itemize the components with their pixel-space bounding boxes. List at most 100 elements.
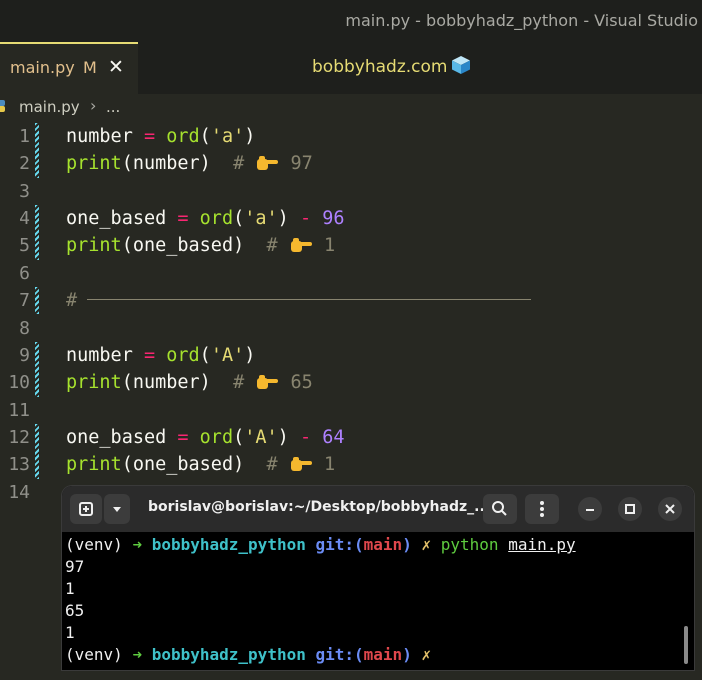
- close-icon: [665, 504, 675, 514]
- minimize-button[interactable]: [578, 497, 602, 521]
- code-line: number = ord('A'): [66, 342, 255, 369]
- token: number: [66, 345, 133, 366]
- tab-main-py[interactable]: main.py M ✕: [0, 42, 138, 94]
- line-number: 1: [19, 126, 30, 147]
- comment-hash: #: [266, 454, 278, 475]
- breadcrumb-file[interactable]: main.py: [19, 98, 80, 116]
- token: ): [233, 235, 245, 256]
- token: ): [277, 208, 289, 229]
- token: print: [66, 153, 122, 174]
- menu-button[interactable]: [525, 494, 559, 524]
- token: ord: [166, 126, 200, 147]
- prompt-dir: bobbyhadz_python: [151, 535, 306, 554]
- token: number: [132, 153, 200, 174]
- line-number: 10: [8, 372, 30, 393]
- token: 'A': [244, 427, 278, 448]
- token: =: [177, 208, 189, 229]
- tab-menu-button[interactable]: [104, 494, 130, 524]
- token: =: [177, 427, 189, 448]
- line-number: 2: [19, 153, 30, 174]
- python-file-icon: [0, 100, 5, 112]
- search-button[interactable]: [483, 494, 517, 524]
- token: one_based: [132, 235, 234, 256]
- token: ): [244, 345, 256, 366]
- token: -: [299, 208, 312, 229]
- comment-hash: #: [233, 153, 245, 174]
- title-bar: main.py - bobbyhadz_python - Visual Stud…: [0, 0, 702, 42]
- git-close: ): [402, 645, 412, 664]
- comment-rule: [87, 299, 532, 300]
- window-title: main.py - bobbyhadz_python - Visual Stud…: [345, 11, 698, 30]
- banner-text: bobbyhadz.com: [312, 57, 448, 77]
- line-number: 13: [8, 454, 30, 475]
- maximize-button[interactable]: [618, 497, 642, 521]
- comment-value: 1: [323, 454, 336, 475]
- code-line: print(number) # 65: [66, 369, 313, 396]
- prompt-dir: bobbyhadz_python: [151, 645, 306, 664]
- git-branch: main: [363, 645, 403, 664]
- code-line: number = ord('a'): [66, 123, 255, 150]
- pointing-hand-icon: [290, 238, 312, 252]
- token: ): [199, 372, 211, 393]
- line-number: 4: [19, 208, 30, 229]
- close-tab-icon[interactable]: ✕: [108, 56, 124, 78]
- terminal-output: 1: [65, 623, 75, 642]
- line-number: 11: [8, 400, 30, 421]
- venv-label: (venv): [65, 535, 123, 554]
- cube-icon: [452, 56, 471, 74]
- dirty-mark: ✗: [421, 535, 432, 554]
- token: print: [66, 235, 122, 256]
- line-number: 6: [19, 263, 30, 284]
- token: (: [121, 372, 133, 393]
- terminal-window[interactable]: borislav@borislav:~/Desktop/bobbyhadz_..…: [62, 486, 694, 670]
- chevron-down-icon: [113, 507, 121, 512]
- git-change-marker[interactable]: [35, 342, 39, 397]
- token: (: [233, 208, 245, 229]
- git-change-marker[interactable]: [35, 287, 39, 314]
- terminal-header: borislav@borislav:~/Desktop/bobbyhadz_..…: [62, 486, 694, 532]
- comment-hash: #: [233, 372, 245, 393]
- terminal-scrollbar[interactable]: [684, 626, 688, 664]
- command-arg: main.py: [508, 535, 576, 554]
- modified-indicator: M: [83, 58, 97, 77]
- kebab-menu-icon: [540, 501, 544, 517]
- token: print: [66, 372, 122, 393]
- maximize-icon: [625, 504, 635, 514]
- site-banner: bobbyhadz.com: [312, 55, 471, 77]
- token: (: [121, 235, 133, 256]
- code-line: one_based = ord('a') - 96: [66, 205, 345, 232]
- git-label: git:(: [315, 645, 364, 664]
- git-change-marker[interactable]: [35, 424, 39, 479]
- token: (: [199, 126, 211, 147]
- token: ord: [166, 345, 200, 366]
- prompt-arrow: ➜: [132, 645, 143, 664]
- token: 96: [322, 208, 345, 229]
- terminal-title: borislav@borislav:~/Desktop/bobbyhadz_..…: [148, 499, 491, 515]
- code-line: one_based = ord('A') - 64: [66, 424, 345, 451]
- line-number: 14: [8, 482, 30, 503]
- comment-value: 65: [290, 372, 313, 393]
- close-button[interactable]: [658, 497, 682, 521]
- git-label: git:(: [315, 535, 364, 554]
- venv-label: (venv): [65, 645, 123, 664]
- token: ord: [199, 208, 234, 229]
- token: (: [233, 427, 245, 448]
- line-number: 3: [19, 181, 30, 202]
- breadcrumb-more[interactable]: ...: [106, 98, 120, 116]
- git-change-marker[interactable]: [35, 123, 39, 178]
- command: python: [440, 535, 499, 554]
- git-change-marker[interactable]: [35, 205, 39, 260]
- git-close: ): [402, 535, 412, 554]
- pointing-hand-icon: [290, 457, 312, 471]
- tab-label: main.py: [10, 58, 75, 77]
- breadcrumb-separator: ›: [90, 96, 97, 115]
- line-number: 5: [19, 235, 30, 256]
- token: ): [233, 454, 245, 475]
- comment-hash: #: [66, 290, 78, 311]
- new-tab-icon: [79, 502, 93, 516]
- code-line: print(number) # 97: [66, 150, 313, 177]
- new-tab-button[interactable]: [70, 494, 102, 524]
- token: 64: [322, 427, 345, 448]
- line-number: 8: [19, 318, 30, 339]
- token: number: [132, 372, 200, 393]
